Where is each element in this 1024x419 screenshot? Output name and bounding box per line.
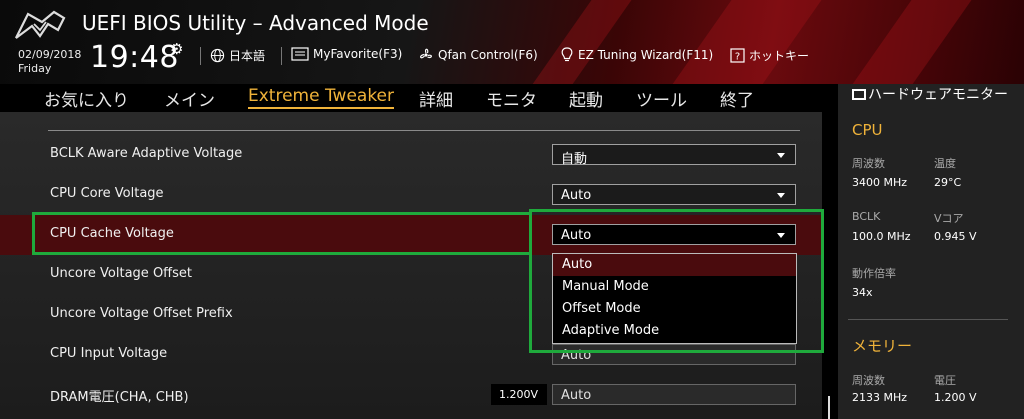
- setting-dropdown[interactable]: Auto: [552, 184, 796, 205]
- toolbar-divider: [281, 47, 282, 65]
- hardware-monitor-title: ハードウェアモニター: [852, 87, 1020, 104]
- rog-logo-icon: [15, 10, 66, 39]
- hardware-monitor-title-text: ハードウェアモニター: [868, 87, 1008, 103]
- chevron-down-icon: [777, 193, 785, 198]
- cpu-temp-label: 温度: [934, 157, 956, 170]
- cpu-vcore-label: Vコア: [934, 212, 964, 225]
- dropdown-value: Auto: [561, 188, 592, 203]
- globe-icon: [210, 48, 225, 63]
- cpu-freq-label: 周波数: [852, 157, 885, 170]
- toolbar-language-button[interactable]: 日本語: [210, 47, 265, 64]
- header-bar: UEFI BIOS Utility – Advanced Mode 02/09/…: [0, 0, 1024, 84]
- setting-label: BCLK Aware Adaptive Voltage: [50, 146, 243, 161]
- decor-stripe: [661, 0, 829, 84]
- toolbar-hotkey-button[interactable]: ? ホットキー: [730, 47, 809, 64]
- cpu-heading: CPU: [852, 121, 883, 139]
- setting-label: CPU Core Voltage: [50, 186, 164, 201]
- tab-monitor[interactable]: モニタ: [486, 86, 537, 111]
- setting-row[interactable]: DRAM電圧(CHA, CHB) 1.200V Auto: [0, 375, 822, 415]
- main-tab-bar: お気に入り メイン Extreme Tweaker 詳細 モニタ 起動 ツール …: [0, 84, 822, 112]
- tab-main[interactable]: メイン: [164, 86, 215, 111]
- tab-extreme-tweaker[interactable]: Extreme Tweaker: [248, 86, 395, 109]
- toolbar-qfan-button[interactable]: Qfan Control(F6): [418, 47, 538, 63]
- annotation-outline: [529, 209, 824, 353]
- annotation-outline: [32, 212, 532, 255]
- decor-stripe: [521, 0, 639, 84]
- annotation-outline-gap: [529, 254, 535, 354]
- tab-tool[interactable]: ツール: [636, 86, 687, 111]
- chevron-down-icon: [777, 153, 785, 158]
- svg-text:?: ?: [735, 52, 740, 63]
- toolbar-divider: [200, 47, 201, 65]
- toolbar-myfavorite-button[interactable]: MyFavorite(F3): [291, 47, 402, 61]
- setting-label: Uncore Voltage Offset: [50, 266, 192, 281]
- hardware-monitor-panel: ハードウェアモニター CPU 周波数 温度 3400 MHz 29°C BCLK…: [838, 84, 1024, 419]
- gear-icon[interactable]: ⚙: [170, 40, 183, 58]
- app-title: UEFI BIOS Utility – Advanced Mode: [82, 11, 429, 35]
- setting-dropdown[interactable]: 自動: [552, 144, 796, 167]
- help-icon: ?: [730, 48, 745, 63]
- day-text: Friday: [18, 62, 52, 75]
- toolbar-ez-tuning-label: EZ Tuning Wizard(F11): [578, 48, 714, 62]
- tab-boot[interactable]: 起動: [569, 86, 603, 111]
- section-divider: [848, 319, 1008, 320]
- tab-advanced[interactable]: 詳細: [419, 86, 453, 111]
- decor-stripe: [841, 0, 979, 84]
- memory-heading: メモリー: [852, 337, 913, 355]
- cpu-ratio-value: 34x: [852, 286, 873, 299]
- setting-field[interactable]: Auto: [552, 384, 796, 405]
- tab-exit[interactable]: 終了: [720, 86, 754, 111]
- cpu-temp-value: 29°C: [934, 176, 962, 189]
- toolbar-hotkey-label: ホットキー: [749, 49, 810, 63]
- setting-label: Uncore Voltage Offset Prefix: [50, 306, 233, 321]
- toolbar-qfan-label: Qfan Control(F6): [438, 48, 538, 62]
- setting-row[interactable]: BCLK Aware Adaptive Voltage 自動: [0, 135, 822, 175]
- memory-freq-value: 2133 MHz: [852, 391, 908, 404]
- date-text: 02/09/2018: [18, 48, 82, 61]
- clock-time: 19:48: [90, 40, 179, 75]
- memory-volt-value: 1.200 V: [934, 391, 977, 404]
- monitor-icon: [852, 89, 866, 100]
- star-list-icon: [291, 47, 309, 61]
- voltage-readout: 1.200V: [491, 384, 547, 405]
- memory-volt-label: 電圧: [934, 374, 956, 387]
- memory-freq-label: 周波数: [852, 374, 885, 387]
- toolbar-language-label: 日本語: [229, 49, 266, 63]
- tab-favorites[interactable]: お気に入り: [44, 86, 129, 111]
- fan-icon: [419, 48, 432, 59]
- bulb-icon: [561, 47, 573, 62]
- toolbar-myfavorite-label: MyFavorite(F3): [313, 47, 403, 61]
- toolbar-ez-tuning-button[interactable]: EZ Tuning Wizard(F11): [560, 47, 713, 63]
- scrollbar[interactable]: [828, 396, 830, 419]
- section-divider: [48, 130, 800, 131]
- cpu-vcore-value: 0.945 V: [934, 230, 977, 243]
- voltage-value: 1.200V: [499, 388, 539, 401]
- cpu-ratio-label: 動作倍率: [852, 267, 896, 280]
- field-value: Auto: [561, 388, 592, 403]
- datetime-date: 02/09/2018 Friday: [18, 48, 81, 76]
- cpu-bclk-value: 100.0 MHz: [852, 230, 911, 243]
- dropdown-value: 自動: [561, 152, 588, 167]
- setting-label: CPU Input Voltage: [50, 346, 168, 361]
- cpu-bclk-label: BCLK: [852, 210, 881, 223]
- setting-label: DRAM電圧(CHA, CHB): [50, 390, 189, 405]
- cpu-freq-value: 3400 MHz: [852, 176, 908, 189]
